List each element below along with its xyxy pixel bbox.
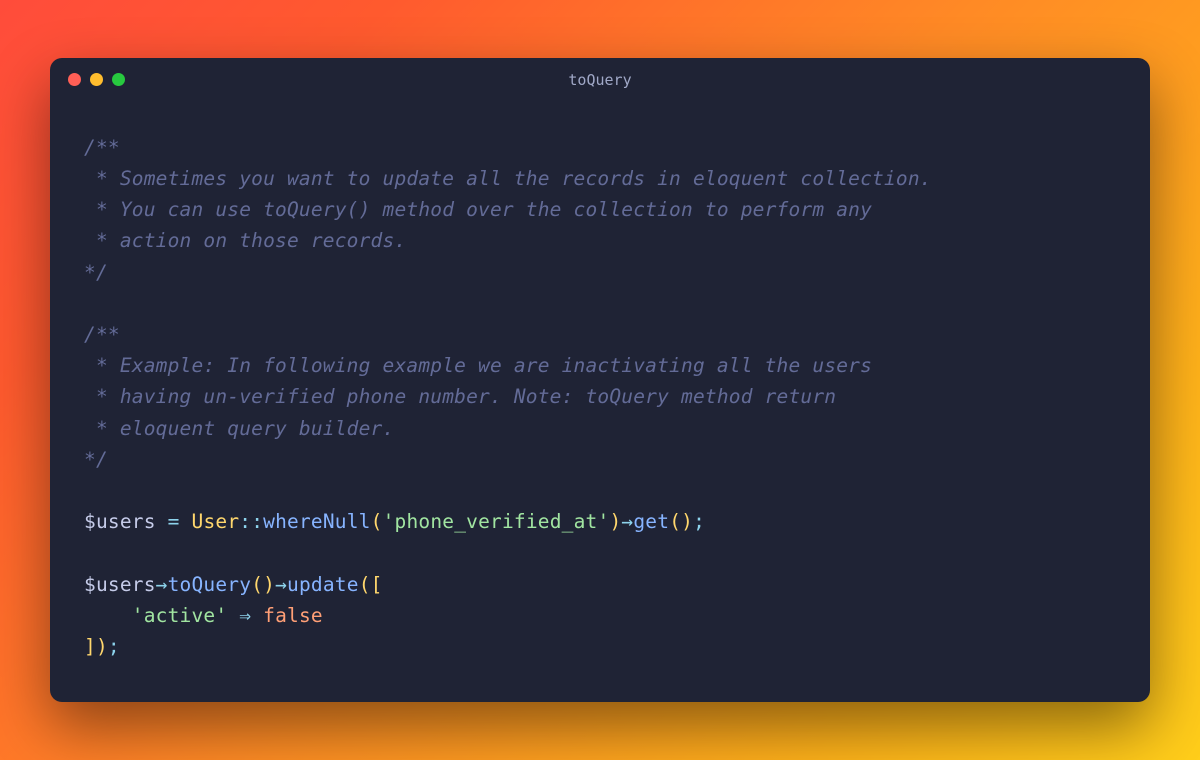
close-icon[interactable]	[68, 73, 81, 86]
comment-line: */	[84, 261, 108, 284]
comment-line: * action on those records.	[84, 229, 406, 252]
string-literal: 'active'	[132, 604, 228, 627]
semicolon: ;	[108, 635, 120, 658]
paren-close: )	[681, 510, 693, 533]
space	[227, 604, 239, 627]
space	[251, 604, 263, 627]
comment-line: * Sometimes you want to update all the r…	[84, 167, 932, 190]
comment-line: * eloquent query builder.	[84, 417, 394, 440]
comment-line: /**	[84, 136, 120, 159]
string-literal: 'phone_verified_at'	[383, 510, 610, 533]
method-toQuery: toQuery	[168, 573, 252, 596]
operator-equals: =	[168, 510, 180, 533]
method-whereNull: whereNull	[263, 510, 370, 533]
variable: $users	[84, 510, 156, 533]
paren-close: )	[263, 573, 275, 596]
comment-line: * You can use toQuery() method over the …	[84, 198, 872, 221]
arrow-operator: →	[156, 573, 168, 596]
paren-open: (	[251, 573, 263, 596]
method-get: get	[633, 510, 669, 533]
indent	[84, 604, 132, 627]
operator-scope: ::	[239, 510, 263, 533]
comment-line: /**	[84, 323, 120, 346]
space	[156, 510, 168, 533]
arrow-operator: →	[621, 510, 633, 533]
bracket-open: [	[371, 573, 383, 596]
bracket-close: ]	[84, 635, 96, 658]
method-update: update	[287, 573, 359, 596]
fat-arrow: ⇒	[239, 604, 251, 627]
traffic-lights	[68, 73, 125, 86]
semicolon: ;	[693, 510, 705, 533]
paren-open: (	[359, 573, 371, 596]
window-titlebar: toQuery	[50, 58, 1150, 102]
code-block: /** * Sometimes you want to update all t…	[50, 102, 1150, 702]
comment-line: * Example: In following example we are i…	[84, 354, 872, 377]
comment-line: */	[84, 448, 108, 471]
code-window: toQuery /** * Sometimes you want to upda…	[50, 58, 1150, 702]
paren-close: )	[96, 635, 108, 658]
variable: $users	[84, 573, 156, 596]
minimize-icon[interactable]	[90, 73, 103, 86]
paren-open: (	[371, 510, 383, 533]
paren-close: )	[609, 510, 621, 533]
keyword-false: false	[263, 604, 323, 627]
zoom-icon[interactable]	[112, 73, 125, 86]
class-name: User	[192, 510, 240, 533]
comment-line: * having un-verified phone number. Note:…	[84, 385, 836, 408]
arrow-operator: →	[275, 573, 287, 596]
paren-open: (	[669, 510, 681, 533]
space	[180, 510, 192, 533]
window-title: toQuery	[50, 71, 1150, 89]
